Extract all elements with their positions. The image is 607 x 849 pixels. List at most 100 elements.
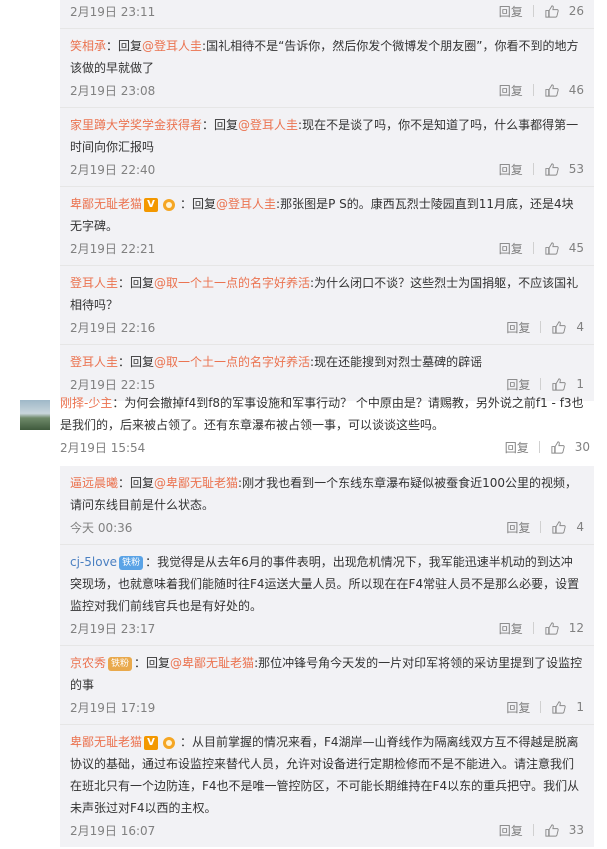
- thumbs-up-icon: [552, 700, 567, 714]
- thumbs-up-icon: [545, 621, 559, 635]
- reply-text: 卑鄙无耻老猫 V ：回复@登耳人圭:那张图是P S的。康西瓦烈士陵园直到11月底，还…: [70, 193, 584, 237]
- timestamp: 2月19日 16:07: [70, 823, 156, 838]
- thumbs-up-icon: [545, 4, 559, 18]
- username-link[interactable]: 卑鄙无耻老猫: [70, 197, 142, 211]
- reply-prefix: ：回复: [118, 476, 155, 490]
- reply-button[interactable]: 回复: [506, 319, 530, 336]
- reply-button[interactable]: 回复: [505, 439, 529, 456]
- like-count: 26: [568, 4, 584, 18]
- fan-badge: 铁粉: [108, 656, 133, 671]
- fan-badge: 铁粉: [119, 555, 144, 570]
- reply-button[interactable]: 回复: [499, 240, 523, 257]
- reply-item: 2月19日 23:11 回复 26: [60, 0, 594, 29]
- reply-panel-1: 2月19日 23:11 回复 26 笑相承：回复@登耳人圭:国礼相待不是“告诉你…: [60, 0, 594, 401]
- like-button[interactable]: 12: [544, 621, 584, 636]
- username-link[interactable]: 登耳人圭: [70, 355, 118, 369]
- like-count: 4: [576, 520, 584, 534]
- username-link[interactable]: cj-5love: [70, 555, 117, 569]
- verified-badge: V: [144, 735, 159, 750]
- timestamp: 2月19日 17:19: [70, 700, 156, 715]
- divider: [532, 163, 534, 175]
- comment-item: 刚择-少主：为何会撤掉f4到f8的军事设施和军事行动？ 个中原由是？请赐教，另外…: [20, 392, 590, 458]
- reply-item: 逼远晨曦：回复@卑鄙无耻老猫:刚才我也看到一个东线东章瀑布疑似被蚕食近100公里…: [60, 466, 594, 545]
- username-link[interactable]: 刚择-少主: [60, 396, 112, 410]
- like-count: 53: [568, 162, 584, 176]
- reply-item: cj-5love 铁粉 ：我觉得是从去年6月的事件表明，出现危机情况下，我军能迅速半…: [60, 545, 594, 646]
- reply-item: 京农秀 铁粉 ：回复@卑鄙无耻老猫:那位冲锋号角今天发的一片对印军将领的采访里提到了…: [60, 646, 594, 725]
- like-button[interactable]: 4: [551, 320, 584, 335]
- timestamp: 2月19日 23:17: [70, 621, 156, 636]
- reply-button[interactable]: 回复: [499, 822, 523, 839]
- username-link[interactable]: 笑相承: [70, 39, 106, 53]
- reply-item: 卑鄙无耻老猫 V ：回复@登耳人圭:那张图是P S的。康西瓦烈士陵园直到11月底，还…: [60, 187, 594, 266]
- reply-prefix: ：回复: [180, 197, 217, 211]
- reply-button[interactable]: 回复: [506, 519, 530, 536]
- mention-link[interactable]: @登耳人圭: [238, 118, 298, 132]
- reply-content: :现在还能搜到对烈士墓碑的辟谣: [310, 355, 483, 369]
- reply-panel-2: 逼远晨曦：回复@卑鄙无耻老猫:刚才我也看到一个东线东章瀑布疑似被蚕食近100公里…: [60, 466, 594, 847]
- like-button[interactable]: 1: [551, 377, 584, 392]
- mention-link[interactable]: @卑鄙无耻老猫: [170, 656, 254, 670]
- reply-prefix: ：回复: [134, 656, 171, 670]
- mention-link[interactable]: @卑鄙无耻老猫: [154, 476, 238, 490]
- mention-link[interactable]: @取一个土一点的名字好养活: [154, 276, 310, 290]
- reply-meta: 2月19日 22:21 回复 45: [70, 237, 584, 259]
- reply-prefix: ：回复: [106, 39, 143, 53]
- divider: [540, 521, 542, 533]
- like-button[interactable]: 26: [544, 4, 584, 19]
- mention-link[interactable]: @登耳人圭: [216, 197, 276, 211]
- timestamp: 2月19日 23:11: [70, 4, 156, 19]
- reply-text: 登耳人圭：回复@取一个土一点的名字好养活:为什么闭口不谈？这些烈士为国捐躯，不应…: [70, 272, 584, 316]
- reply-text: 笑相承：回复@登耳人圭:国礼相待不是“告诉你，然后你发个微博发个朋友圈”，你看不…: [70, 35, 584, 79]
- timestamp: 2月19日 22:40: [70, 162, 156, 177]
- comment-meta: 2月19日 15:54 回复 30: [60, 436, 590, 458]
- reply-button[interactable]: 回复: [506, 376, 530, 393]
- reply-text: 逼远晨曦：回复@卑鄙无耻老猫:刚才我也看到一个东线东章瀑布疑似被蚕食近100公里…: [70, 472, 584, 516]
- reply-button[interactable]: 回复: [499, 161, 523, 178]
- like-button[interactable]: 45: [544, 241, 584, 256]
- like-count: 33: [568, 823, 584, 837]
- reply-prefix: ：回复: [202, 118, 239, 132]
- reply-item: 卑鄙无耻老猫 V ：从目前掌握的情况来看，F4湖岸—山脊线作为隔离线双方互不得越是脱…: [60, 725, 594, 847]
- like-count: 1: [576, 377, 584, 391]
- thumbs-up-icon: [552, 377, 567, 391]
- username-link[interactable]: 逼远晨曦: [70, 476, 118, 490]
- reply-button[interactable]: 回复: [499, 3, 523, 20]
- reply-meta: 今天 00:36 回复 4: [70, 516, 584, 538]
- username-link[interactable]: 家里蹲大学奖学金获得者: [70, 118, 202, 132]
- like-button[interactable]: 46: [544, 83, 584, 98]
- reply-button[interactable]: 回复: [499, 620, 523, 637]
- reply-meta: 2月19日 16:07 回复 33: [70, 819, 584, 841]
- mention-link[interactable]: @登耳人圭: [142, 39, 202, 53]
- mention-link[interactable]: @取一个土一点的名字好养活: [154, 355, 310, 369]
- like-count: 30: [574, 440, 590, 454]
- reply-button[interactable]: 回复: [506, 699, 530, 716]
- comment-content: ：为何会撤掉f4到f8的军事设施和军事行动？ 个中原由是？请赐教，另外说之前f1…: [60, 396, 584, 432]
- comment-text: 刚择-少主：为何会撤掉f4到f8的军事设施和军事行动？ 个中原由是？请赐教，另外…: [60, 392, 590, 436]
- reply-button[interactable]: 回复: [499, 82, 523, 99]
- reply-meta: 2月19日 23:17 回复 12: [70, 617, 584, 639]
- divider: [532, 242, 534, 254]
- reply-meta: 2月19日 23:08 回复 46: [70, 79, 584, 101]
- like-count: 45: [568, 241, 584, 255]
- avatar[interactable]: [20, 400, 50, 430]
- like-button[interactable]: 33: [544, 823, 584, 838]
- username-link[interactable]: 卑鄙无耻老猫: [70, 735, 142, 749]
- like-button[interactable]: 30: [550, 440, 590, 455]
- verified-badge: V: [144, 197, 159, 212]
- like-button[interactable]: 53: [544, 162, 584, 177]
- thumbs-up-icon: [551, 440, 565, 454]
- timestamp: 2月19日 22:15: [70, 377, 156, 392]
- reply-item: 家里蹲大学奖学金获得者：回复@登耳人圭:现在不是谈了吗，你不是知道了吗，什么事都…: [60, 108, 594, 187]
- like-count: 46: [568, 83, 584, 97]
- reply-content: ：我觉得是从去年6月的事件表明，出现危机情况下，我军能迅速半机动的到达冲突现场，…: [70, 555, 580, 613]
- divider: [532, 622, 534, 634]
- reply-item: 登耳人圭：回复@取一个土一点的名字好养活:为什么闭口不谈？这些烈士为国捐躯，不应…: [60, 266, 594, 345]
- like-button[interactable]: 4: [551, 520, 584, 535]
- thumbs-up-icon: [552, 320, 567, 334]
- username-link[interactable]: 京农秀: [70, 656, 106, 670]
- like-button[interactable]: 1: [551, 700, 584, 715]
- reply-meta: 2月19日 22:40 回复 53: [70, 158, 584, 180]
- divider: [532, 84, 534, 96]
- username-link[interactable]: 登耳人圭: [70, 276, 118, 290]
